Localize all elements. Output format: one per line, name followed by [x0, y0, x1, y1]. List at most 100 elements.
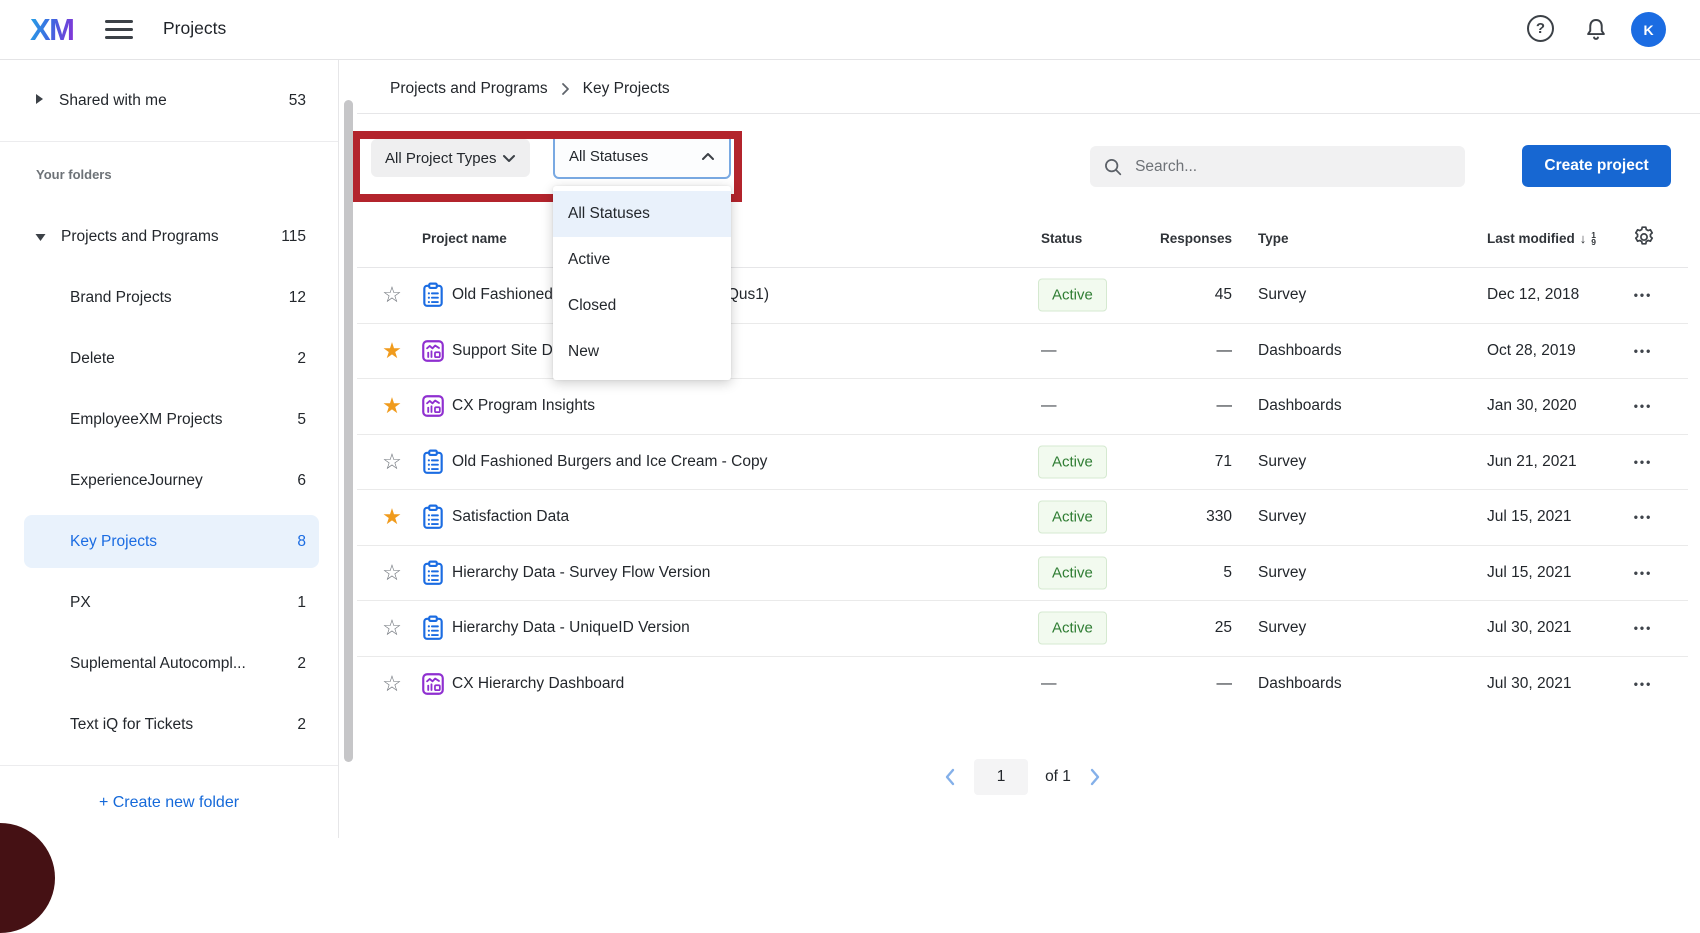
table-row: ☆ CX Hierarchy Dashboard — — Dashboards …	[357, 657, 1688, 713]
row-actions-button[interactable]: •••	[1625, 399, 1661, 413]
project-type-filter-dropdown[interactable]: All Project Types	[371, 139, 530, 177]
status-badge: —	[1038, 397, 1057, 415]
sidebar-scrollbar[interactable]	[344, 100, 353, 762]
sidebar-item-shared-with-me[interactable]: Shared with me 53	[0, 60, 338, 142]
row-actions-button[interactable]: •••	[1625, 677, 1661, 691]
project-name-link[interactable]: CX Program Insights	[452, 397, 595, 415]
folder-count: 2	[297, 350, 306, 368]
project-type-icon	[420, 338, 446, 364]
last-modified-date: Dec 12, 2018	[1487, 286, 1579, 304]
status-menu-item[interactable]: All Statuses	[553, 191, 731, 237]
sidebar-folder-item[interactable]: Projects and Programs 115	[0, 206, 338, 267]
sidebar-folder-item[interactable]: ExperienceJourney 6	[0, 450, 338, 511]
sidebar-folder-item[interactable]: Suplemental Autocompl... 2	[0, 633, 338, 694]
table-settings-gear-icon[interactable]	[1632, 225, 1656, 254]
favorite-star[interactable]: ☆	[378, 560, 406, 586]
last-modified-date: Oct 28, 2019	[1487, 342, 1576, 360]
folder-label: PX	[70, 594, 91, 612]
folder-label: EmployeeXM Projects	[70, 411, 222, 429]
sidebar-folder-item[interactable]: Key Projects 8	[0, 511, 338, 572]
notifications-bell-icon[interactable]	[1583, 16, 1609, 48]
folder-count: 115	[281, 228, 306, 246]
project-type-icon	[420, 615, 446, 641]
favorite-star[interactable]: ☆	[378, 671, 406, 697]
folder-count: 8	[297, 533, 306, 551]
folder-label: Brand Projects	[70, 289, 172, 307]
status-menu-item[interactable]: New	[553, 329, 731, 375]
breadcrumb-key-projects[interactable]: Key Projects	[583, 80, 670, 98]
responses-count: —	[1108, 675, 1232, 693]
folder-label: Delete	[70, 350, 115, 368]
last-modified-date: Jul 30, 2021	[1487, 675, 1571, 693]
favorite-star[interactable]: ★	[378, 338, 406, 364]
status-badge: Active	[1038, 501, 1107, 534]
project-name-link[interactable]: Old Fashioned Burgers and Ice Cream - Co…	[452, 453, 767, 471]
responses-count: 45	[1108, 286, 1232, 304]
breadcrumb-separator-icon	[561, 82, 570, 96]
favorite-star[interactable]: ☆	[378, 282, 406, 308]
folder-label: Suplemental Autocompl...	[70, 655, 246, 673]
table-row: ☆ Hierarchy Data - Survey Flow Version A…	[357, 546, 1688, 602]
current-page-input[interactable]: 1	[974, 759, 1028, 795]
project-type: Survey	[1258, 508, 1306, 526]
row-actions-button[interactable]: •••	[1625, 566, 1661, 580]
project-name-link[interactable]: Hierarchy Data - Survey Flow Version	[452, 564, 710, 582]
page-count-label: of 1	[1045, 768, 1071, 786]
hamburger-menu-icon[interactable]	[105, 20, 133, 40]
xm-logo[interactable]: XM	[30, 12, 74, 48]
project-type-icon	[420, 393, 446, 419]
breadcrumb: Projects and Programs Key Projects	[390, 80, 670, 98]
favorite-star[interactable]: ★	[378, 393, 406, 419]
corner-widget-shape	[0, 823, 55, 933]
previous-page-icon[interactable]	[943, 767, 957, 787]
breadcrumb-divider	[357, 113, 1700, 114]
favorite-star[interactable]: ☆	[378, 449, 406, 475]
user-avatar[interactable]: K	[1631, 12, 1666, 47]
help-icon[interactable]: ?	[1527, 15, 1554, 42]
responses-count: 25	[1108, 619, 1232, 637]
next-page-icon[interactable]	[1088, 767, 1102, 787]
folder-label: Key Projects	[70, 533, 157, 551]
status-badge: Active	[1038, 556, 1107, 589]
folder-count: 2	[297, 655, 306, 673]
sidebar-folder-item[interactable]: Brand Projects 12	[0, 267, 338, 328]
status-menu-item[interactable]: Active	[553, 237, 731, 283]
folder-count: 1	[297, 594, 306, 612]
project-name-link[interactable]: CX Hierarchy Dashboard	[452, 675, 624, 693]
search-input[interactable]	[1133, 157, 1452, 177]
your-folders-label: Your folders	[36, 167, 112, 182]
status-filter-dropdown[interactable]: All Statuses	[553, 133, 731, 179]
favorite-star[interactable]: ★	[378, 504, 406, 530]
sidebar-folder-item[interactable]: Text iQ for Tickets 2	[0, 694, 338, 755]
favorite-star[interactable]: ☆	[378, 615, 406, 641]
status-dropdown-menu: All Statuses Active Closed New	[553, 186, 731, 380]
sidebar-folder-item[interactable]: Delete 2	[0, 328, 338, 389]
header-type: Type	[1258, 231, 1289, 246]
chevron-up-icon	[701, 152, 715, 161]
status-badge: Active	[1038, 445, 1107, 478]
breadcrumb-projects-and-programs[interactable]: Projects and Programs	[390, 80, 548, 98]
project-name-link[interactable]: Satisfaction Data	[452, 508, 569, 526]
project-name-link[interactable]: Hierarchy Data - UniqueID Version	[452, 619, 690, 637]
row-actions-button[interactable]: •••	[1625, 621, 1661, 635]
project-type: Survey	[1258, 619, 1306, 637]
sidebar-divider	[0, 765, 338, 766]
row-actions-button[interactable]: •••	[1625, 455, 1661, 469]
project-type-icon	[420, 449, 446, 475]
header-last-modified-sort[interactable]: Last modified ↓ 19	[1487, 231, 1596, 246]
folder-count: 12	[289, 289, 306, 307]
row-actions-button[interactable]: •••	[1625, 288, 1661, 302]
pagination: 1 of 1	[357, 759, 1688, 795]
row-actions-button[interactable]: •••	[1625, 510, 1661, 524]
project-type-icon	[420, 671, 446, 697]
status-menu-item[interactable]: Closed	[553, 283, 731, 329]
project-type: Dashboards	[1258, 342, 1342, 360]
create-project-button[interactable]: Create project	[1522, 145, 1671, 187]
sidebar-folder-item[interactable]: EmployeeXM Projects 5	[0, 389, 338, 450]
page-title: Projects	[163, 18, 226, 39]
sidebar-folder-item[interactable]: PX 1	[0, 572, 338, 633]
create-new-folder-button[interactable]: + Create new folder	[0, 788, 338, 818]
row-actions-button[interactable]: •••	[1625, 344, 1661, 358]
table-row: ★ Satisfaction Data Active 330 Survey Ju…	[357, 490, 1688, 546]
sort-descending-icon: ↓	[1580, 231, 1587, 246]
